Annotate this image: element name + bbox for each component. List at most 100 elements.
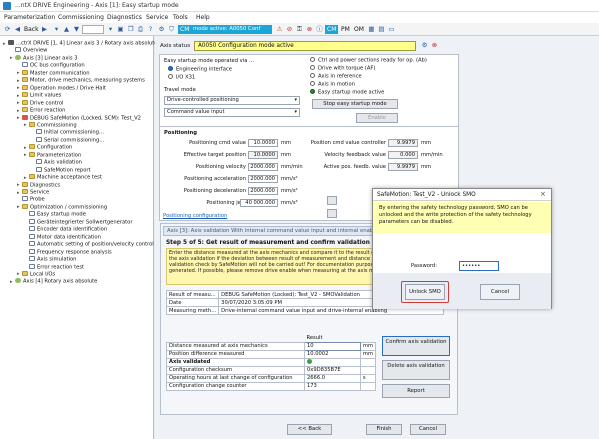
print-icon[interactable]: ⎙ (136, 25, 145, 34)
tree-item[interactable]: ▸ Limit values (17, 92, 61, 99)
tree-item[interactable]: ▸ Axis [4] Rotary axis absolute (10, 278, 97, 285)
menu-help[interactable]: Help (196, 14, 210, 21)
enable-button[interactable]: Enable (356, 113, 398, 123)
pm-mode-button[interactable]: PM (339, 25, 352, 34)
nav-dropdown-icon[interactable]: ▾ (52, 25, 61, 34)
title-bar: ...ntX DRIVE Engineering - Axis [1]: Eas… (0, 0, 599, 12)
pos-accel-field[interactable]: 2000.000 (248, 175, 278, 183)
address-input[interactable] (82, 25, 104, 34)
io-x31-option[interactable]: I/O X31 (168, 74, 195, 81)
tree-item[interactable]: ▸ Configuration (24, 144, 72, 151)
table-row: Operating hours at last change of config… (166, 373, 377, 383)
tree-item[interactable]: ▸ Master communication (17, 69, 89, 77)
engineering-interface-option[interactable]: Engineering interface (168, 66, 232, 73)
pos-velocity-field[interactable]: 2000.000 (248, 163, 278, 171)
report-button[interactable]: Report (382, 384, 450, 398)
filter-icon[interactable]: ⛉ (167, 25, 176, 34)
menu-service[interactable]: Service (146, 14, 168, 21)
folder-icon (29, 151, 35, 157)
drive-icon[interactable]: ▤ (377, 25, 386, 34)
forward-icon[interactable]: ▶ (40, 25, 49, 34)
stop-easy-startup-button[interactable]: Stop easy startup mode (312, 99, 398, 109)
travel-mode-value: Drive-controlled positioning (167, 97, 239, 103)
menu-tools[interactable]: Tools (173, 14, 188, 21)
tree-item[interactable]: ▸ DEBUG SafeMotion (Locked, SCM): Test_V2 (17, 114, 141, 122)
alert-icon[interactable]: ⊗ (305, 25, 314, 34)
lock-icon[interactable]: ⚿ (295, 25, 304, 34)
menu-parameterization[interactable]: Parameterization (4, 14, 55, 21)
dropdown-icon[interactable]: ▾ (106, 25, 115, 34)
dialog-cancel-button[interactable]: Cancel (480, 284, 520, 300)
tree-item[interactable]: ▸ Service (17, 189, 49, 196)
tree-item[interactable]: ▸ Operation modes / Drive Halt (17, 84, 106, 92)
tree-item[interactable]: Axis simulation (24, 256, 76, 263)
tree-item[interactable]: ▸ Motor, drive mechanics, measuring syste… (17, 77, 145, 84)
info-icon[interactable]: ⓘ (315, 25, 324, 34)
back-icon[interactable]: ◀ (13, 25, 22, 34)
tree-item[interactable]: Easy startup mode (24, 211, 86, 218)
back-wizard-button[interactable]: << Back (287, 424, 332, 435)
tree-item[interactable]: Probe (17, 196, 45, 203)
tree-item[interactable]: ▸ Commissioning (24, 121, 77, 129)
delete-validation-button[interactable]: Delete axis validation (382, 360, 450, 380)
menu-diagnostics[interactable]: Diagnostics (107, 14, 142, 21)
travel-mode-select[interactable]: Drive-controlled positioning ▾ (164, 96, 300, 105)
tree-item[interactable]: Automatic setting of position/velocity c… (24, 241, 154, 248)
status-alert-icon[interactable]: ⊗ (430, 41, 439, 50)
tree-item[interactable]: Encoder data identification (24, 226, 107, 233)
tree-item[interactable]: Frequency response analysis (24, 248, 112, 256)
menu-commissioning[interactable]: Commissioning (58, 14, 104, 21)
settings-icon[interactable]: ⚙ (157, 25, 166, 34)
stop-icon[interactable]: ⊘ (285, 25, 294, 34)
up-icon[interactable]: ▲ (62, 25, 71, 34)
pos-cmd-field[interactable]: 10.0000 (248, 139, 278, 147)
tree-item[interactable]: OC bus configuration (17, 62, 85, 69)
copy-icon[interactable]: ❐ (126, 25, 135, 34)
grid-icon[interactable]: ▦ (367, 25, 376, 34)
tree-item-label: Limit values (30, 92, 62, 99)
tree-item[interactable]: ▸ Parameterization (24, 151, 81, 159)
tree-item[interactable]: ▸ Machine acceptance test (24, 174, 102, 181)
positioning-configuration-link[interactable]: Positioning configuration (163, 213, 227, 219)
tree-item[interactable]: ▸ Axis [3] Linear axis 3 (10, 54, 78, 62)
cm-mode-button[interactable]: CM (325, 25, 339, 34)
tree-item[interactable]: Error reaction test (24, 263, 84, 271)
tree-item[interactable]: ▸ Drive control (17, 99, 63, 107)
tree-item[interactable]: Initial commissioning... (31, 129, 104, 136)
refresh-icon[interactable]: ⟳ (3, 25, 12, 34)
tree-item[interactable]: SafeMotion report (31, 166, 91, 174)
folder-icon (29, 144, 35, 150)
positioning-stop-button[interactable] (327, 209, 337, 218)
tree-item[interactable]: ▸ Local I/Os (17, 270, 55, 278)
tree-item[interactable]: Geräteintegrierter Sollwertgenerator (24, 218, 132, 226)
tree-item[interactable]: Motor data identification (24, 233, 101, 241)
tree-item[interactable]: ▸ Error reaction (17, 107, 65, 114)
table-row: Configuration change counter 173 (166, 381, 377, 391)
back-button[interactable]: Back (22, 25, 41, 34)
tree-item[interactable]: Overview (10, 47, 47, 54)
tree-item[interactable]: Serial commissioning... (31, 136, 104, 144)
om-mode-button[interactable]: OM (352, 25, 366, 34)
command-source-select[interactable]: Command value input ▾ (164, 108, 300, 117)
tree-item[interactable]: ▸ Optimization / commissioning (17, 203, 107, 211)
password-input[interactable]: •••••• (459, 261, 499, 271)
save-icon[interactable]: ▣ (116, 25, 125, 34)
tree-item[interactable]: ▸ ...ctrX DRIVE [1, 4] Linear axis 3 / Ro… (3, 40, 157, 47)
warning-icon[interactable]: ⚠ (275, 25, 284, 34)
down-icon[interactable]: ▼ (72, 25, 81, 34)
distance-measured-input[interactable]: 10 (303, 341, 361, 351)
pos-decel-field[interactable]: 2000.000 (248, 187, 278, 195)
folder-icon (22, 77, 28, 83)
confirm-validation-button[interactable]: Confirm axis validation (382, 336, 450, 356)
tree-item[interactable]: Axis validation (31, 159, 82, 166)
help-icon[interactable]: ? (146, 25, 155, 34)
positioning-start-button[interactable] (327, 196, 337, 205)
status-settings-icon[interactable]: ⚙ (420, 41, 429, 50)
unlock-smo-button[interactable]: Unlock SMO (405, 284, 445, 300)
tree-item[interactable]: ▸ Diagnostics (17, 181, 60, 189)
cancel-wizard-button[interactable]: Cancel (410, 424, 446, 435)
pos-jerk-field[interactable]: 40 000.000 (240, 199, 278, 207)
window-icon[interactable]: ▭ (387, 25, 396, 34)
close-icon[interactable]: × (540, 190, 546, 198)
finish-button[interactable]: Finish (366, 424, 402, 435)
